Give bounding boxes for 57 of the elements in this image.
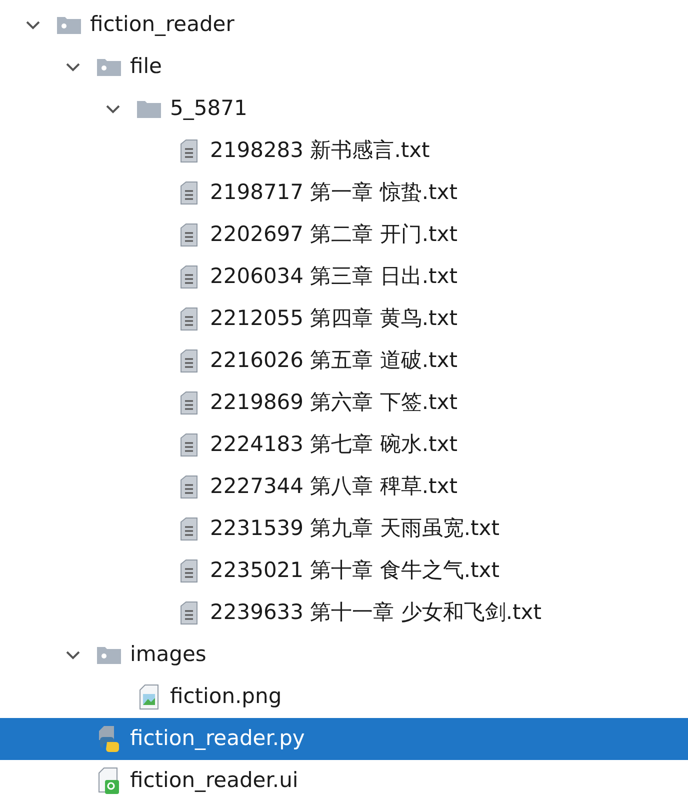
tree-item-label: 5_5871 [170, 96, 248, 122]
tree-item-label: fiction_reader [90, 12, 234, 38]
tree-item-label: fiction_reader.ui [130, 768, 298, 794]
tree-row[interactable]: 2206034 第三章 日出.txt [0, 256, 688, 298]
tree-item-label: 2198283 新书感言.txt [210, 138, 430, 164]
text-file-icon [180, 223, 198, 247]
tree-row[interactable]: 2198717 第一章 惊蛰.txt [0, 172, 688, 214]
tree-row[interactable]: fiction_reader [0, 4, 688, 46]
tree-row[interactable]: 2239633 第十一章 少女和飞剑.txt [0, 592, 688, 634]
text-file-icon [180, 391, 198, 415]
tree-item-label: 2227344 第八章 稗草.txt [210, 474, 458, 500]
tree-item-label: 2206034 第三章 日出.txt [210, 264, 458, 290]
tree-item-label: 2202697 第二章 开门.txt [210, 222, 458, 248]
text-file-icon [180, 181, 198, 205]
folder-icon [96, 57, 122, 77]
text-file-icon [180, 475, 198, 499]
text-file-icon [180, 265, 198, 289]
tree-row[interactable]: images [0, 634, 688, 676]
text-file-icon [180, 139, 198, 163]
image-file-icon [139, 684, 159, 710]
tree-row[interactable]: 2235021 第十章 食牛之气.txt [0, 550, 688, 592]
tree-item-label: 2219869 第六章 下签.txt [210, 390, 458, 416]
tree-item-label: 2212055 第四章 黄鸟.txt [210, 306, 458, 332]
tree-row[interactable]: fiction_reader.ui [0, 760, 688, 802]
tree-item-label: 2231539 第九章 天雨虽宽.txt [210, 516, 500, 542]
tree-row[interactable]: 2219869 第六章 下签.txt [0, 382, 688, 424]
tree-row[interactable]: 2216026 第五章 道破.txt [0, 340, 688, 382]
tree-row[interactable]: 2231539 第九章 天雨虽宽.txt [0, 508, 688, 550]
folder-icon [56, 15, 82, 35]
tree-row[interactable]: file [0, 46, 688, 88]
text-file-icon [180, 433, 198, 457]
tree-row[interactable]: 2224183 第七章 碗水.txt [0, 424, 688, 466]
tree-row[interactable]: fiction.png [0, 676, 688, 718]
tree-row[interactable]: 5_5871 [0, 88, 688, 130]
text-file-icon [180, 349, 198, 373]
tree-item-label: images [130, 642, 206, 668]
tree-row[interactable]: fiction_reader.py [0, 718, 688, 760]
tree-row[interactable]: 2198283 新书感言.txt [0, 130, 688, 172]
folder-icon [96, 645, 122, 665]
text-file-icon [180, 559, 198, 583]
text-file-icon [180, 517, 198, 541]
tree-item-label: 2224183 第七章 碗水.txt [210, 432, 458, 458]
tree-item-label: file [130, 54, 162, 80]
tree-row[interactable]: 2212055 第四章 黄鸟.txt [0, 298, 688, 340]
python-file-icon [97, 725, 121, 753]
tree-item-label: fiction_reader.py [130, 726, 305, 752]
qt-file-icon [98, 767, 120, 795]
tree-item-label: 2216026 第五章 道破.txt [210, 348, 458, 374]
text-file-icon [180, 307, 198, 331]
folder-icon [136, 99, 162, 119]
tree-item-label: 2198717 第一章 惊蛰.txt [210, 180, 458, 206]
tree-item-label: 2235021 第十章 食牛之气.txt [210, 558, 500, 584]
tree-row[interactable]: 2202697 第二章 开门.txt [0, 214, 688, 256]
tree-item-label: 2239633 第十一章 少女和飞剑.txt [210, 600, 542, 626]
text-file-icon [180, 601, 198, 625]
tree-row[interactable]: 2227344 第八章 稗草.txt [0, 466, 688, 508]
tree-item-label: fiction.png [170, 684, 282, 710]
